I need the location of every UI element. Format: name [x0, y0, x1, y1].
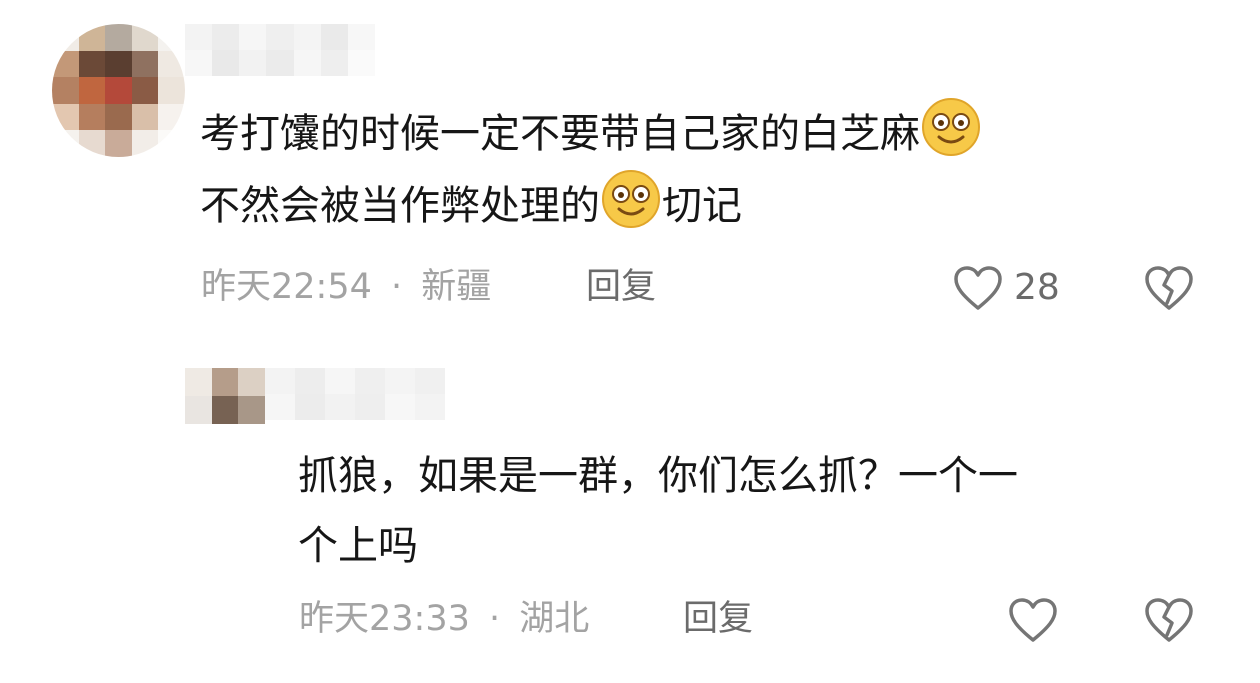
broken-heart-icon[interactable]	[1144, 265, 1194, 311]
meta-separator: ·	[489, 599, 501, 639]
comment-text-line: 切记	[662, 183, 742, 229]
reply-text-line: 抓狼，如果是一群，你们怎么抓？一个一	[298, 453, 1018, 499]
reply-username-blurred[interactable]	[265, 368, 445, 420]
comment-text-line: 不然会被当作弊处理的	[200, 183, 600, 229]
smiling-face-emoji	[922, 98, 980, 156]
reply-button[interactable]: 回复	[586, 264, 656, 310]
avatar[interactable]	[52, 24, 185, 157]
comment-meta: 昨天22:54 · 新疆	[201, 264, 491, 310]
comment-text-line: 考打馕的时候一定不要带自己家的白芝麻	[200, 111, 920, 157]
comment-time: 昨天22:54	[201, 267, 372, 307]
smiling-face-emoji	[602, 170, 660, 228]
reply-text: 抓狼，如果是一群，你们怎么抓？一个一 个上吗	[298, 441, 1018, 581]
reply-location: 湖北	[519, 599, 590, 639]
like-count: 28	[1014, 267, 1060, 308]
reply-time: 昨天23:33	[299, 599, 470, 639]
reply-meta: 昨天23:33 · 湖北	[299, 596, 589, 642]
reply-text-line: 个上吗	[298, 523, 418, 569]
broken-heart-icon[interactable]	[1144, 597, 1194, 643]
reply-avatar[interactable]	[185, 368, 265, 424]
comment-location: 新疆	[421, 267, 492, 307]
username-blurred[interactable]	[185, 24, 375, 76]
reply-button[interactable]: 回复	[683, 596, 753, 642]
heart-outline-icon[interactable]	[953, 265, 1003, 311]
meta-separator: ·	[391, 267, 403, 307]
comment-text: 考打馕的时候一定不要带自己家的白芝麻 不然会被当作弊处理的 切记	[200, 97, 982, 241]
heart-outline-icon[interactable]	[1008, 597, 1058, 643]
